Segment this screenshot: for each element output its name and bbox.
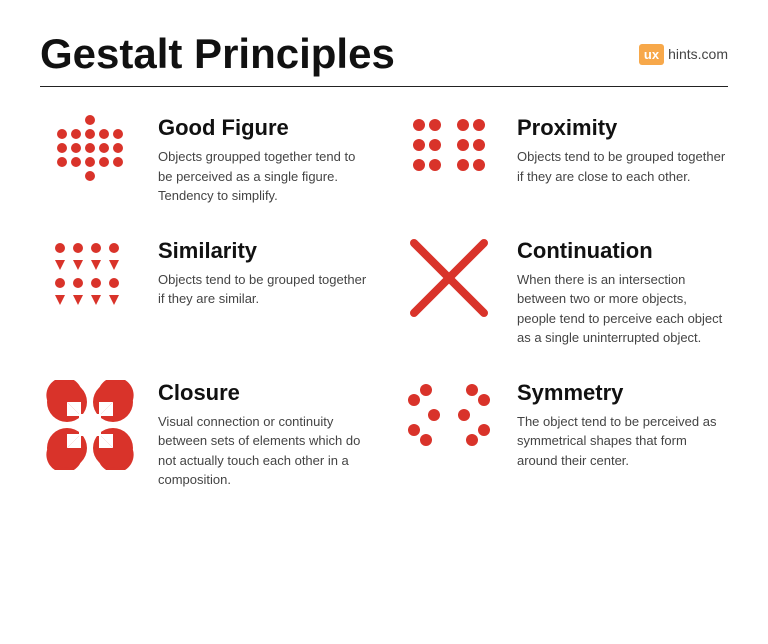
similarity-title: Similarity	[158, 238, 369, 264]
divider	[40, 86, 728, 87]
proximity-icon	[409, 115, 489, 175]
good-figure-title: Good Figure	[158, 115, 369, 141]
symmetry-text: Symmetry The object tend to be perceived…	[517, 380, 728, 471]
principle-similarity: Similarity Objects tend to be grouped to…	[40, 238, 369, 348]
icon-proximity	[399, 115, 499, 175]
logo: ux hints.com	[639, 44, 728, 65]
closure-text: Closure Visual connection or continuity …	[158, 380, 369, 490]
principle-good-figure: Good Figure Objects groupped together te…	[40, 115, 369, 206]
proximity-title: Proximity	[517, 115, 728, 141]
good-figure-text: Good Figure Objects groupped together te…	[158, 115, 369, 206]
closure-title: Closure	[158, 380, 369, 406]
principle-closure: Closure Visual connection or continuity …	[40, 380, 369, 490]
icon-continuation	[399, 238, 499, 318]
principle-continuation: Continuation When there is an intersecti…	[399, 238, 728, 348]
logo-ux: ux	[639, 44, 664, 65]
logo-domain: hints.com	[668, 46, 728, 62]
symmetry-title: Symmetry	[517, 380, 728, 406]
principles-grid: Good Figure Objects groupped together te…	[40, 115, 728, 522]
similarity-desc: Objects tend to be grouped together if t…	[158, 270, 369, 309]
similarity-text: Similarity Objects tend to be grouped to…	[158, 238, 369, 309]
page-header: Gestalt Principles ux hints.com	[40, 30, 728, 78]
proximity-text: Proximity Objects tend to be grouped tog…	[517, 115, 728, 186]
continuation-desc: When there is an intersection between tw…	[517, 270, 728, 348]
symmetry-desc: The object tend to be perceived as symme…	[517, 412, 728, 471]
page-title: Gestalt Principles	[40, 30, 395, 78]
proximity-desc: Objects tend to be grouped together if t…	[517, 147, 728, 186]
continuation-title: Continuation	[517, 238, 728, 264]
good-figure-icon	[53, 115, 127, 189]
good-figure-desc: Objects groupped together tend to be per…	[158, 147, 369, 206]
icon-symmetry	[399, 380, 499, 450]
closure-icon	[45, 380, 135, 470]
principle-proximity: Proximity Objects tend to be grouped tog…	[399, 115, 728, 206]
continuation-icon	[409, 238, 489, 318]
similarity-icon	[50, 238, 130, 308]
icon-closure	[40, 380, 140, 470]
closure-desc: Visual connection or continuity between …	[158, 412, 369, 490]
icon-similarity	[40, 238, 140, 308]
principle-symmetry: Symmetry The object tend to be perceived…	[399, 380, 728, 490]
continuation-text: Continuation When there is an intersecti…	[517, 238, 728, 348]
icon-good-figure	[40, 115, 140, 189]
symmetry-icon	[404, 380, 494, 450]
